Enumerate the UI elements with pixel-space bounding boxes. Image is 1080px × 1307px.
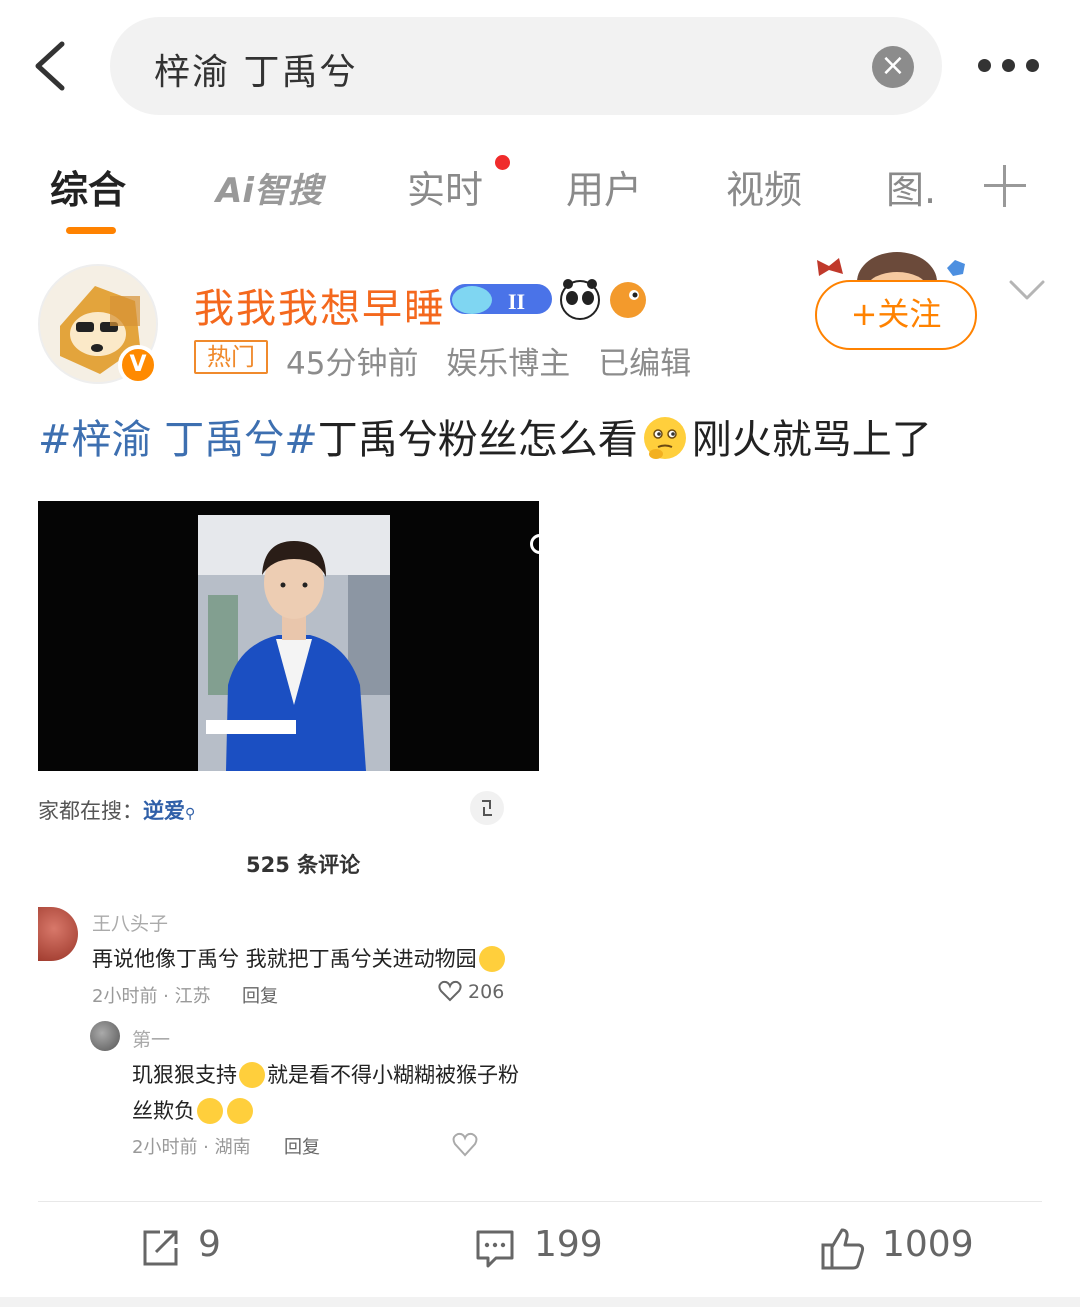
search-input[interactable]: 梓渝 丁禹兮 × xyxy=(110,17,942,115)
post-text-part2: 刚火就骂上了 xyxy=(691,417,932,463)
tab-ai-search[interactable]: Ai智搜 xyxy=(216,163,322,212)
active-tab-indicator xyxy=(66,227,116,234)
commenter-name: 第一 xyxy=(132,1029,171,1051)
tab-comprehensive[interactable]: 综合 xyxy=(50,159,126,214)
search-query-text: 梓渝 丁禹兮 xyxy=(154,52,358,93)
repost-count: 9 xyxy=(198,1224,221,1265)
comment-body-text: 丝欺负 xyxy=(132,1099,195,1123)
grin-emoji-icon xyxy=(197,1098,223,1124)
tab-videos[interactable]: 视频 xyxy=(726,159,802,214)
comment-body: 再说他像丁禹兮 我就把丁禹兮关进动物园 xyxy=(92,943,507,973)
grin-emoji-icon xyxy=(227,1098,253,1124)
post-time: 45分钟前 xyxy=(286,346,419,382)
like-button[interactable]: 1009 xyxy=(820,1220,980,1280)
expand-icon[interactable] xyxy=(470,791,504,825)
like-icon xyxy=(820,1226,866,1276)
comment-body-line2: 丝欺负 xyxy=(132,1095,255,1125)
clear-icon[interactable]: × xyxy=(872,46,914,88)
svg-text:II: II xyxy=(508,289,525,314)
reply-button[interactable]: 回复 xyxy=(242,982,278,1008)
divider xyxy=(38,1201,1042,1202)
heart-icon xyxy=(438,980,462,1003)
more-dots-icon[interactable] xyxy=(978,54,1044,78)
tab-images[interactable]: 图. xyxy=(886,159,936,214)
comment-like[interactable]: 206 xyxy=(438,980,504,1003)
like-count: 1009 xyxy=(882,1224,974,1265)
tab-realtime[interactable]: 实时 xyxy=(407,159,483,214)
commenter-avatar xyxy=(38,907,78,961)
bottom-separator xyxy=(0,1297,1080,1307)
search-hint[interactable]: 家都在搜：逆爱⚲ xyxy=(38,795,195,825)
tab-users[interactable]: 用户 xyxy=(566,159,642,214)
comment-count-total: 199 xyxy=(534,1224,603,1265)
comment-body-text: 就是看不得小糊糊被猴子粉 xyxy=(267,1063,519,1087)
chevron-down-icon[interactable] xyxy=(1008,276,1046,306)
tab-bar: 综合 Ai智搜 实时 用户 视频 图. xyxy=(0,145,1080,240)
repost-button[interactable]: 9 xyxy=(140,1220,250,1280)
search-hint-prefix: 家都在搜： xyxy=(38,799,143,823)
follow-button[interactable]: +关注 xyxy=(815,280,977,350)
video-control-icon xyxy=(530,534,539,554)
comment-button[interactable]: 199 xyxy=(474,1220,614,1280)
comment-time-location: 2小时前 · 湖南 xyxy=(132,1137,251,1158)
comment-count: 525 条评论 xyxy=(246,853,361,877)
comment-body-text: 玑狠狠支持 xyxy=(132,1063,237,1087)
post-text: #梓渝 丁禹兮#丁禹兮粉丝怎么看 刚火就骂上了 xyxy=(38,414,932,466)
hot-tag: 热门 xyxy=(194,340,268,374)
comment-body-text: 再说他像丁禹兮 我就把丁禹兮关进动物园 xyxy=(92,947,477,971)
verified-badge: V xyxy=(118,345,158,385)
commenter-name: 王八头子 xyxy=(92,913,169,935)
comment-like-count: 206 xyxy=(468,981,505,1003)
commenter-avatar xyxy=(90,1021,120,1051)
video-frame-image xyxy=(198,515,390,771)
username[interactable]: 我我我想早睡 xyxy=(194,276,446,334)
reply-button[interactable]: 回复 xyxy=(284,1133,320,1159)
plus-icon[interactable] xyxy=(984,165,1026,207)
comment-time-location: 2小时前 · 江苏 xyxy=(92,986,211,1007)
thinking-emoji-icon xyxy=(642,415,688,461)
repost-icon xyxy=(140,1228,180,1272)
user-badges: II xyxy=(450,278,655,322)
comment-icon xyxy=(474,1228,516,1274)
embedded-screenshot[interactable]: 家都在搜：逆爱⚲ 525 条评论 王八头子 再说他像丁禹兮 我就把丁禹兮关进动物… xyxy=(38,501,539,1166)
comment-body: 玑狠狠支持 就是看不得小糊糊被猴子粉 xyxy=(132,1059,519,1089)
grin-emoji-icon xyxy=(239,1062,265,1088)
back-arrow-icon[interactable] xyxy=(28,36,78,96)
edited-label: 已编辑 xyxy=(598,346,692,382)
hashtag-link[interactable]: #梓渝 丁禹兮# xyxy=(38,417,318,463)
search-hint-term[interactable]: 逆爱 xyxy=(143,799,185,823)
user-category: 娱乐博主 xyxy=(446,346,571,382)
top-bar: 梓渝 丁禹兮 × xyxy=(0,0,1080,130)
post-text-part1: 丁禹兮粉丝怎么看 xyxy=(317,417,638,463)
new-dot-indicator xyxy=(495,155,510,170)
search-icon: ⚲ xyxy=(185,806,196,822)
heart-icon[interactable] xyxy=(452,1131,478,1162)
video-thumbnail[interactable] xyxy=(38,501,539,771)
smile-emoji-icon xyxy=(478,946,505,972)
